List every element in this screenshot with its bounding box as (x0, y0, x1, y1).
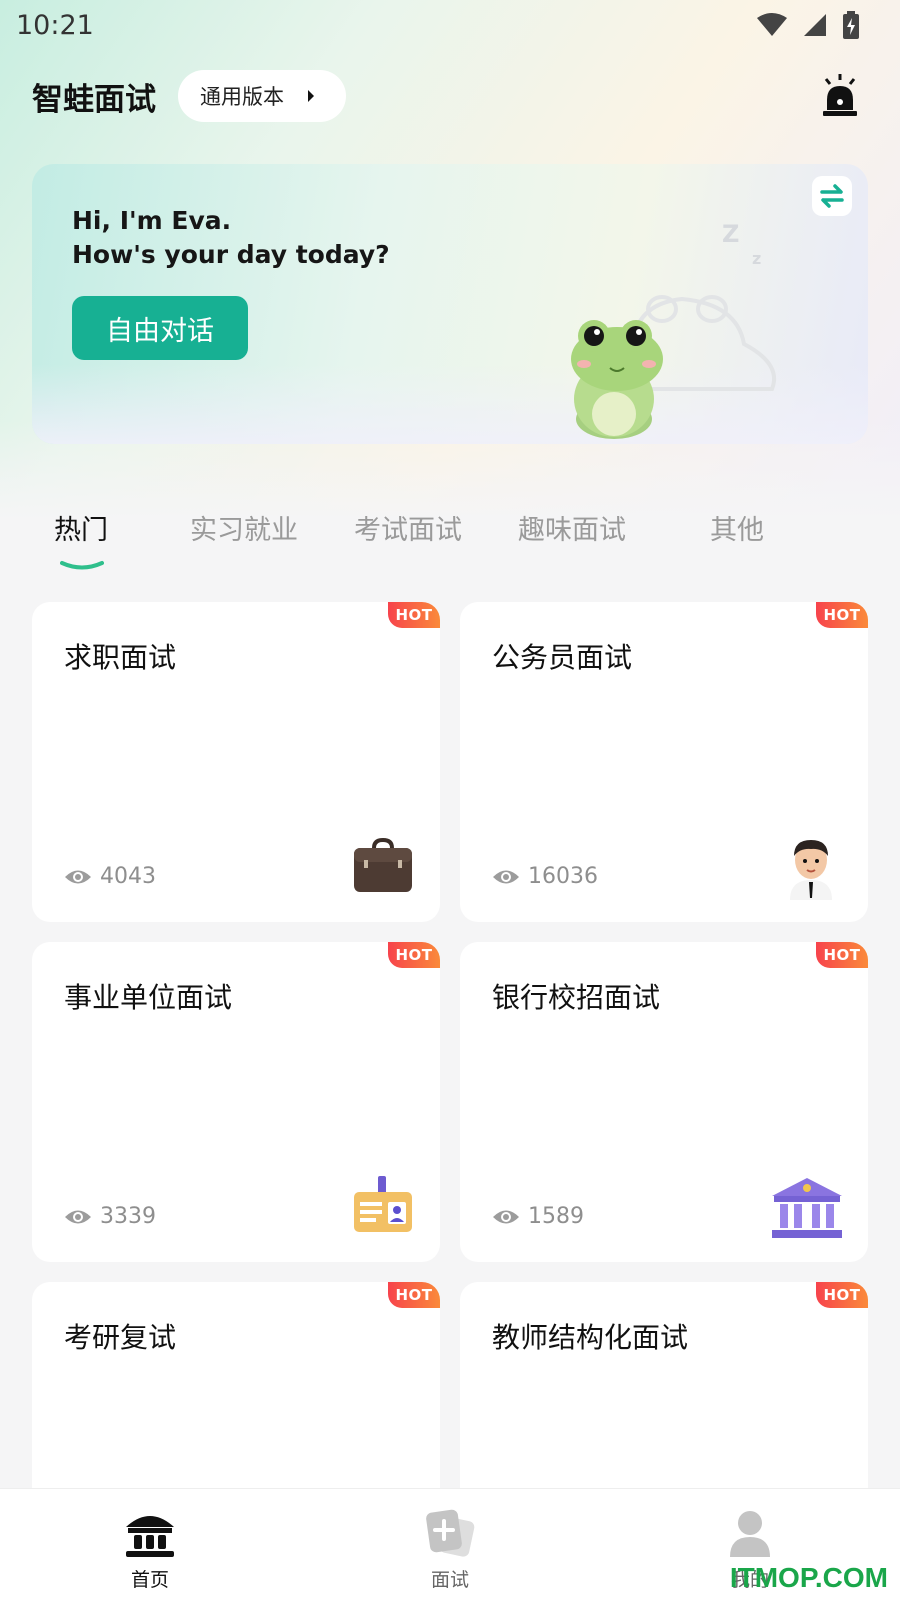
cellular-signal-icon (804, 14, 826, 36)
interview-card-icon (426, 1509, 475, 1557)
profile-icon (730, 1511, 770, 1557)
active-tab-indicator (60, 561, 104, 570)
hot-badge: HOT (816, 1282, 868, 1308)
briefcase-icon (354, 837, 412, 892)
view-count-value: 16036 (528, 864, 598, 889)
hot-badge: HOT (388, 942, 440, 968)
switch-character-button[interactable] (812, 176, 852, 216)
eye-icon (493, 1210, 519, 1223)
status-icons (756, 11, 860, 39)
interview-card-bank-campus[interactable]: 银行校招面试 HOT 1589 (460, 942, 868, 1262)
category-tabs: 热门 实习就业 考试面试 趣味面试 其他 (0, 508, 900, 578)
hero-greeting-line2: How's your day today? (72, 240, 390, 269)
card-title: 考研复试 (64, 1321, 177, 1354)
card-view-count: 16036 (492, 864, 598, 889)
hot-badge: HOT (816, 942, 868, 968)
tab-other[interactable]: 其他 (710, 508, 764, 547)
tab-fun-interview[interactable]: 趣味面试 (518, 508, 626, 547)
svg-text:Z: Z (722, 220, 739, 248)
eye-icon (493, 870, 519, 883)
eye-icon (65, 870, 91, 883)
card-title: 事业单位面试 (64, 981, 233, 1014)
hero-greeting: Hi, I'm Eva. How's your day today? (72, 204, 390, 272)
version-label: 通用版本 (200, 85, 284, 109)
nav-home[interactable]: 首页 (90, 1509, 210, 1592)
nav-label: 首页 (130, 1569, 169, 1591)
tab-exam-interview[interactable]: 考试面试 (354, 508, 462, 547)
tab-internship-jobs[interactable]: 实习就业 (190, 508, 298, 547)
hot-badge: HOT (388, 1282, 440, 1308)
caret-right-icon (308, 90, 314, 102)
hot-badge: HOT (816, 602, 868, 628)
card-view-count: 1589 (492, 1204, 584, 1229)
interview-card-public-institution[interactable]: 事业单位面试 HOT 3339 (32, 942, 440, 1262)
home-bank-icon (126, 1516, 174, 1557)
alarm-icon[interactable] (820, 74, 860, 118)
watermark: ITMOP.COM (729, 1562, 888, 1593)
card-title: 公务员面试 (492, 641, 633, 674)
eye-icon (65, 1210, 91, 1223)
app-header: 智蛙面试 通用版本 (32, 68, 860, 124)
status-bar: 10:21 (0, 0, 900, 50)
hot-badge: HOT (388, 602, 440, 628)
view-count-value: 3339 (100, 1204, 156, 1229)
status-time: 10:21 (16, 9, 94, 41)
view-count-value: 4043 (100, 864, 156, 889)
hero-greeting-line1: Hi, I'm Eva. (72, 206, 232, 235)
battery-icon (843, 11, 859, 39)
card-view-count: 4043 (64, 864, 156, 889)
nav-interview[interactable]: 面试 (390, 1509, 510, 1592)
card-title: 求职面试 (64, 641, 177, 674)
card-view-count: 3339 (64, 1204, 156, 1229)
wifi-icon (757, 13, 787, 36)
swap-arrows-icon (820, 184, 844, 208)
id-card-icon (354, 1176, 412, 1232)
card-title: 教师结构化面试 (492, 1321, 689, 1354)
card-title: 银行校招面试 (492, 981, 661, 1014)
tab-hot[interactable]: 热门 (54, 508, 108, 547)
bank-icon (772, 1178, 842, 1238)
free-chat-button[interactable]: 自由对话 (72, 296, 248, 360)
version-selector[interactable]: 通用版本 (178, 70, 346, 122)
nav-label: 面试 (430, 1569, 469, 1591)
interview-card-job[interactable]: 求职面试 HOT 4043 (32, 602, 440, 922)
app-title: 智蛙面试 (32, 81, 156, 118)
interview-card-civil-servant[interactable]: 公务员面试 HOT 16036 (460, 602, 868, 922)
view-count-value: 1589 (528, 1204, 584, 1229)
hero-banner: Hi, I'm Eva. How's your day today? 自由对话 … (32, 164, 868, 444)
svg-text:z: z (752, 249, 761, 268)
frog-mascot-illustration: Z z (571, 220, 777, 439)
man-avatar-icon (790, 840, 832, 900)
